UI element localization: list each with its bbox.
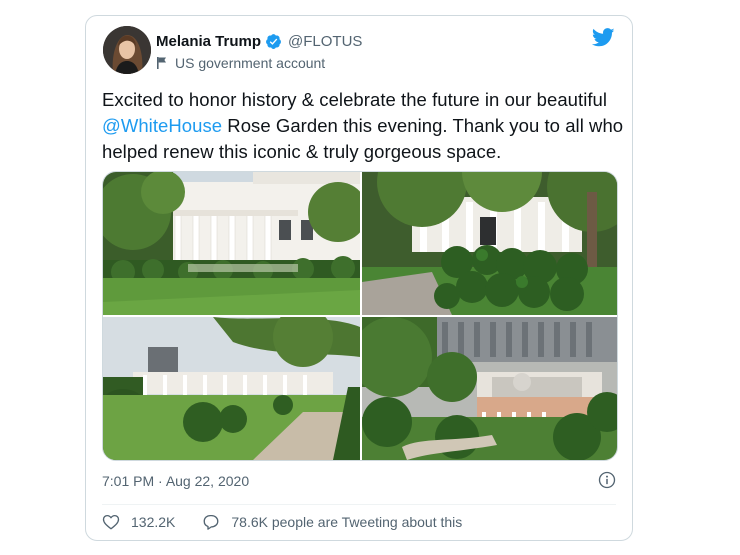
author-handle[interactable]: @FLOTUS (288, 33, 362, 50)
heart-icon (102, 514, 120, 530)
media-grid (102, 171, 618, 461)
tweet-time: 7:01 PM (102, 473, 155, 489)
info-icon[interactable] (598, 471, 616, 489)
photo-garden-path[interactable] (103, 317, 360, 460)
photo-colonnade[interactable] (103, 172, 360, 315)
government-account-label: US government account (175, 55, 326, 71)
tweet-card: Melania Trump @FLOTUS US government acco… (85, 15, 633, 541)
author-name-row: Melania Trump @FLOTUS (156, 33, 362, 50)
account-label-row: US government account (156, 55, 325, 71)
reply-bubble-icon (203, 514, 219, 530)
timestamp-separator: · (154, 473, 166, 489)
tweet-timestamp[interactable]: 7:01 PM · Aug 22, 2020 (102, 473, 249, 489)
verified-badge-icon (266, 34, 281, 49)
author-display-name[interactable]: Melania Trump (156, 33, 261, 50)
avatar[interactable] (103, 26, 151, 74)
like-count: 132.2K (131, 514, 176, 530)
tweet-text-start: Excited to honor history & celebrate the… (102, 89, 608, 110)
divider (102, 504, 616, 505)
mention-link[interactable]: @WhiteHouse (102, 115, 222, 136)
reply-button[interactable]: 78.6K people are Tweeting about this (202, 513, 462, 531)
tweet-date: Aug 22, 2020 (165, 473, 250, 489)
reply-count: 78.6K people are Tweeting about this (231, 514, 463, 530)
photo-aerial-view[interactable] (362, 317, 617, 460)
tweet-text: Excited to honor history & celebrate the… (102, 87, 626, 165)
photo-boxwood-shrubs[interactable] (362, 172, 617, 315)
twitter-logo-icon[interactable] (592, 28, 615, 47)
action-bar: 132.2K 78.6K people are Tweeting about t… (102, 513, 462, 531)
like-button[interactable]: 132.2K (102, 513, 175, 531)
flag-icon (157, 57, 166, 69)
